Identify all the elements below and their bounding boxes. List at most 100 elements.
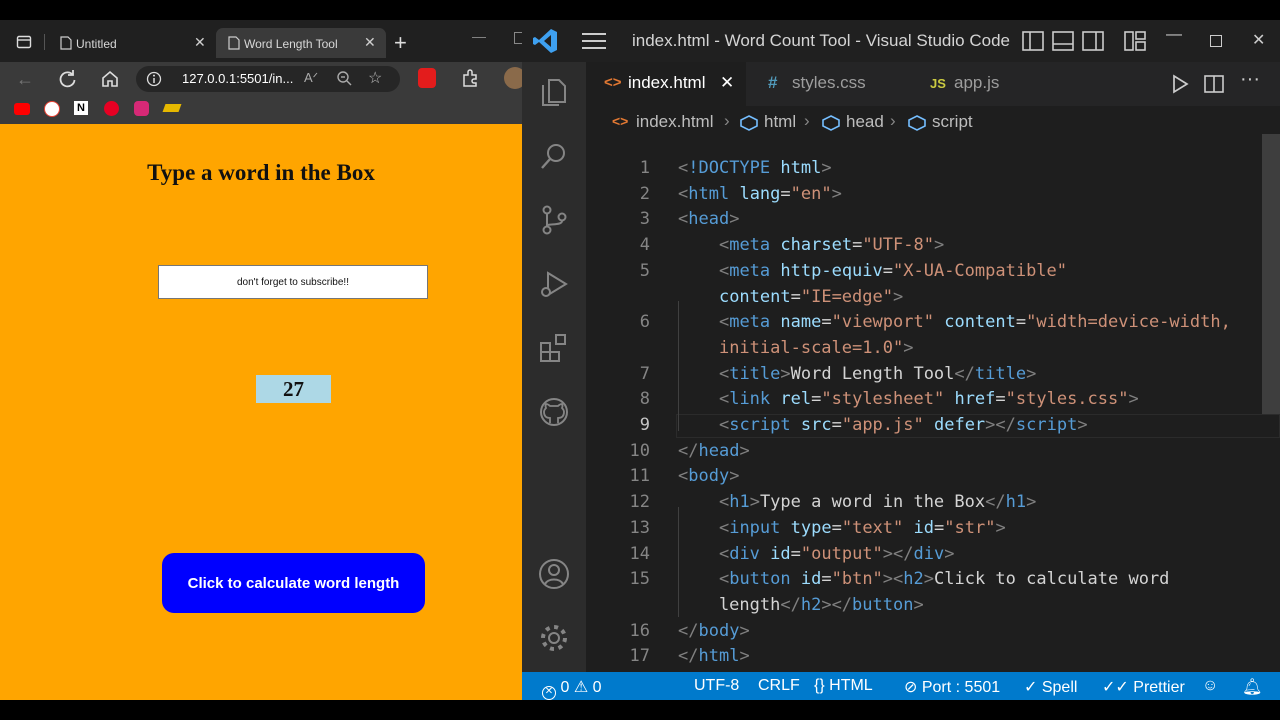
tab-untitled[interactable]: Untitled ✕ [48,28,214,58]
zoom-out-icon[interactable] [336,70,352,86]
address-bar[interactable]: 127.0.0.1:5501/in... Aᐟ ☆ [136,66,400,92]
close-tab-icon[interactable]: ✕ [364,34,376,51]
read-aloud-icon[interactable]: Aᐟ [304,70,318,86]
explorer-icon[interactable] [538,76,570,108]
code-line[interactable]: <meta charset="UTF-8"> [678,235,944,255]
breadcrumb-item[interactable]: script [932,112,973,132]
breadcrumb-item[interactable]: head [846,112,884,132]
status-bar: ✕ 0 ⚠ 0 UTF-8 CRLF {} HTML ⊘ Port : 5501… [522,672,1280,700]
menu-hamburger-icon[interactable] [582,32,606,50]
code-line[interactable]: <title>Word Length Tool</title> [678,364,1036,384]
tab-label: app.js [954,73,1000,92]
minimize-icon[interactable]: — [1166,26,1182,44]
spell-status[interactable]: ✓ Spell [1024,677,1077,697]
code-line[interactable]: <div id="output"></div> [678,544,955,564]
search-icon[interactable] [538,140,570,172]
code-line[interactable]: <html lang="en"> [678,184,842,204]
close-window-icon[interactable]: ✕ [1252,30,1265,50]
tab-index-html[interactable]: <> index.html ✕ [586,62,746,106]
toggle-secondary-sidebar-icon[interactable] [1082,30,1104,52]
calculate-button[interactable]: Click to calculate word length [162,553,425,613]
customize-layout-icon[interactable] [1124,30,1146,52]
code-line[interactable]: <!DOCTYPE html> [678,158,832,178]
line-number: 10 [629,440,650,461]
prettier-status[interactable]: ✓✓ Prettier [1102,677,1185,697]
check-icon: ✓ [1024,679,1038,696]
instagram-icon[interactable] [134,101,149,116]
code-line[interactable]: <script src="app.js" defer></script> [678,415,1088,435]
run-debug-icon[interactable] [538,268,570,300]
code-line[interactable]: <meta name="viewport" content="width=dev… [678,312,1231,332]
code-line[interactable]: </body> [678,621,750,641]
favorite-star-icon[interactable]: ☆ [368,68,382,88]
info-icon[interactable] [146,71,162,87]
youtube-icon[interactable] [14,103,30,115]
code-line[interactable]: length</h2></button> [678,595,924,615]
settings-gear-icon[interactable] [538,622,570,654]
code-line[interactable]: <head> [678,209,739,229]
close-tab-icon[interactable]: ✕ [194,34,206,51]
breadcrumb-item[interactable]: index.html [636,112,713,132]
live-server-status[interactable]: ⊘ Port : 5501 [904,677,1000,697]
port-label: Port : 5501 [921,679,1001,696]
source-control-icon[interactable] [538,204,570,236]
code-line[interactable]: initial-scale=1.0"> [678,338,913,358]
extensions-icon[interactable] [538,332,570,364]
word-length-output: 27 [256,375,331,403]
tab-actions-icon[interactable] [16,34,32,50]
split-editor-icon[interactable] [1204,74,1224,94]
code-line[interactable]: <body> [678,466,739,486]
tab-app-js[interactable]: JS app.js [910,62,1070,106]
adblock-extension-icon[interactable] [418,68,436,88]
notifications-bell-icon[interactable]: 🔔︎ [1242,677,1262,697]
extension-icon[interactable] [162,104,182,112]
language-status[interactable]: {} HTML [814,677,873,695]
maximize-icon[interactable] [1210,35,1222,47]
code-line[interactable]: </html> [678,646,750,666]
code-line[interactable]: content="IE=edge"> [678,287,903,307]
encoding-status[interactable]: UTF-8 [694,677,739,695]
code-line[interactable]: <h1>Type a word in the Box</h1> [678,492,1036,512]
code-editor[interactable]: 1 2 3 4 5 6 7 8 9 10 11 12 13 14 15 16 17 <!DOCTYPE html… [586,140,1280,672]
tab-word-length-tool[interactable]: Word Length Tool ✕ [216,28,386,58]
feedback-icon[interactable]: ☺ [1202,677,1218,695]
run-icon[interactable] [1170,74,1190,94]
back-icon[interactable]: ← [16,69,34,90]
close-tab-icon[interactable]: ✕ [720,73,734,93]
breadcrumb-item[interactable]: html [764,112,796,132]
line-number: 15 [629,569,650,590]
window-title: index.html - Word Count Tool - Visual St… [632,31,1010,50]
code-line[interactable]: <link rel="stylesheet" href="styles.css"… [678,389,1139,409]
profile-avatar[interactable] [504,67,522,89]
eol-status[interactable]: CRLF [758,677,800,695]
tab-styles-css[interactable]: # styles.css [748,62,908,106]
more-actions-icon[interactable]: ··· [1240,68,1260,91]
pinterest-icon[interactable] [104,101,119,116]
notion-icon[interactable]: N [74,101,88,115]
code-line[interactable]: <input type="text" id="str"> [678,518,1006,538]
github-icon[interactable] [538,396,570,428]
minimize-icon[interactable]: — [472,28,486,44]
code-line[interactable]: <meta http-equiv="X-UA-Compatible" [678,261,1067,281]
line-number: 13 [629,517,650,538]
url-text: 127.0.0.1:5501/in... [182,71,294,86]
home-icon[interactable] [100,69,120,89]
editor-scrollbar[interactable] [1262,134,1280,414]
toggle-sidebar-icon[interactable] [1022,30,1044,52]
spell-label: Spell [1041,679,1078,696]
page-icon [60,36,72,50]
new-tab-icon[interactable]: + [394,30,407,56]
problems-status[interactable]: ✕ 0 ⚠ 0 [542,677,602,700]
editor-tab-bar: <> index.html ✕ # styles.css JS app.js ·… [586,62,1280,106]
line-number: 14 [629,543,650,564]
refresh-icon[interactable] [58,69,78,89]
code-line[interactable]: <button id="btn"><h2>Click to calculate … [678,569,1169,589]
maximize-icon[interactable] [514,32,522,44]
code-line[interactable]: </head> [678,441,750,461]
extensions-puzzle-icon[interactable] [460,68,480,88]
symbol-element-icon [908,115,926,131]
toggle-panel-icon[interactable] [1052,30,1074,52]
accounts-icon[interactable] [538,558,570,590]
word-input[interactable] [158,265,428,299]
google-icon[interactable] [44,101,60,117]
